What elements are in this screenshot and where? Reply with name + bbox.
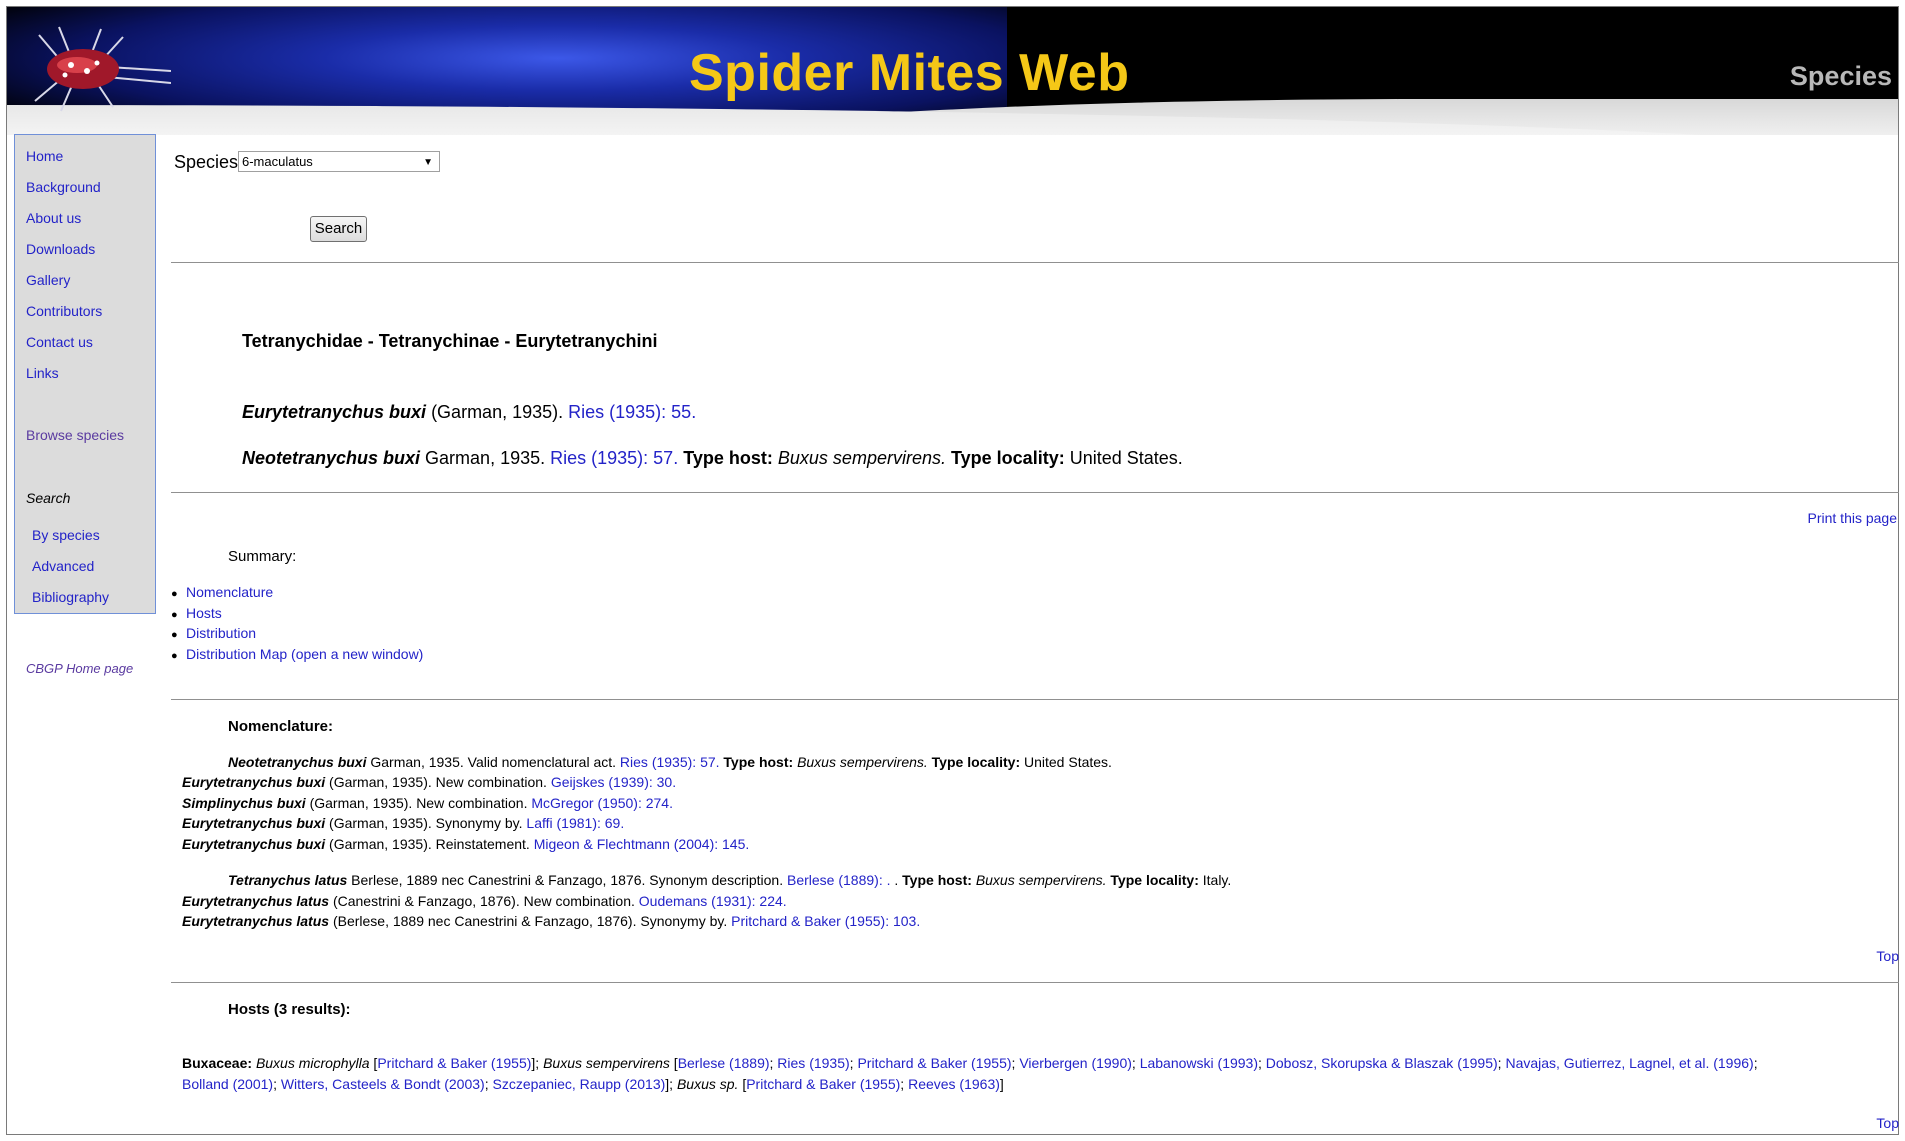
reference-link[interactable]: Bolland (2001) xyxy=(182,1076,273,1092)
species-line: Neotetranychus buxi Garman, 1935. Ries (… xyxy=(242,448,1183,468)
header-section-label: Species xyxy=(1789,61,1892,91)
sidebar-item-home[interactable]: Home xyxy=(26,148,63,164)
sidebar-item-browse-species[interactable]: Browse species xyxy=(26,427,124,443)
reference-link[interactable]: Pritchard & Baker (1955): 103. xyxy=(731,913,920,929)
reference-link[interactable]: Pritchard & Baker (1955) xyxy=(857,1055,1011,1071)
species-line: Eurytetranychus buxi (Garman, 1935). Rie… xyxy=(242,402,697,422)
nomenclature-row: Eurytetranychus buxi (Garman, 1935). Syn… xyxy=(182,815,625,831)
sidebar-search-heading: Search xyxy=(26,490,71,506)
summary-link-hosts[interactable]: Hosts xyxy=(186,605,222,621)
sidebar-item-background[interactable]: Background xyxy=(26,179,101,195)
summary-link-distribution-map[interactable]: Distribution Map (open a new window) xyxy=(186,646,423,662)
summary-link-nomenclature[interactable]: Nomenclature xyxy=(186,584,273,600)
species-label: Species xyxy=(174,152,239,172)
summary-link-distribution[interactable]: Distribution xyxy=(186,625,256,641)
site-header: Spider Mites Web Species xyxy=(7,7,1898,135)
reference-link[interactable]: Geijskes (1939): 30. xyxy=(551,774,676,790)
species-select[interactable]: 6-maculatus ▼ xyxy=(238,151,440,172)
hosts-title: Hosts (3 results): xyxy=(228,1001,351,1018)
reference-link[interactable]: Berlese (1889): . xyxy=(787,872,891,888)
nomenclature-row: Tetranychus latus Berlese, 1889 nec Cane… xyxy=(228,872,1232,888)
divider xyxy=(171,492,1899,493)
nomenclature-row: Eurytetranychus buxi (Garman, 1935). Rei… xyxy=(182,836,750,852)
sidebar: Home Background About us Downloads Galle… xyxy=(14,134,156,614)
reference-link[interactable]: Laffi (1981): 69. xyxy=(526,815,624,831)
cbgp-home-link[interactable]: CBGP Home page xyxy=(26,661,133,676)
reference-link[interactable]: Reeves (1963) xyxy=(908,1076,1000,1092)
reference-link[interactable]: Navajas, Gutierrez, Lagnel, et al. (1996… xyxy=(1505,1055,1753,1071)
reference-link[interactable]: Berlese (1889) xyxy=(678,1055,770,1071)
divider xyxy=(171,262,1899,263)
nomenclature-title: Nomenclature: xyxy=(228,718,334,735)
reference-link[interactable]: Vierbergen (1990) xyxy=(1019,1055,1132,1071)
top-link[interactable]: Top xyxy=(1876,948,1899,964)
page-frame xyxy=(6,6,1899,1135)
hosts-row: Buxaceae: Buxus microphylla [Pritchard &… xyxy=(182,1055,1758,1071)
nomenclature-row: Eurytetranychus latus (Berlese, 1889 nec… xyxy=(182,913,921,929)
taxonomy-heading: Tetranychidae - Tetranychinae - Eurytetr… xyxy=(242,331,658,351)
reference-link[interactable]: Ries (1935): 57. xyxy=(620,754,720,770)
hosts-row: Bolland (2001); Witters, Casteels & Bond… xyxy=(182,1076,1004,1092)
list-item: ● Distribution Map (open a new window) xyxy=(171,645,424,662)
reference-link[interactable]: Dobosz, Skorupska & Blaszak (1995) xyxy=(1266,1055,1498,1071)
sidebar-item-advanced[interactable]: Advanced xyxy=(32,558,94,574)
list-item: ● Hosts xyxy=(171,604,222,621)
divider xyxy=(171,982,1899,983)
sidebar-item-downloads[interactable]: Downloads xyxy=(26,241,95,257)
nomenclature-row: Eurytetranychus buxi (Garman, 1935). New… xyxy=(182,774,677,790)
sidebar-item-about-us[interactable]: About us xyxy=(26,210,81,226)
nomenclature-row: Eurytetranychus latus (Canestrini & Fanz… xyxy=(182,893,787,909)
species-select-value: 6-maculatus xyxy=(242,154,313,169)
sidebar-item-bibliography[interactable]: Bibliography xyxy=(32,589,109,605)
nomenclature-row: Simplinychus buxi (Garman, 1935). New co… xyxy=(182,795,673,811)
reference-link[interactable]: Ries (1935): 57. xyxy=(550,448,678,468)
reference-link[interactable]: Witters, Casteels & Bondt (2003) xyxy=(281,1076,485,1092)
nomenclature-row: Neotetranychus buxi Garman, 1935. Valid … xyxy=(228,754,1112,770)
reference-link[interactable]: Oudemans (1931): 224. xyxy=(639,893,787,909)
chevron-down-icon: ▼ xyxy=(423,157,433,168)
sidebar-item-links[interactable]: Links xyxy=(26,365,59,381)
divider xyxy=(171,699,1899,700)
reference-link[interactable]: Pritchard & Baker (1955) xyxy=(377,1055,531,1071)
print-page-link[interactable]: Print this page xyxy=(1808,510,1898,526)
sidebar-item-gallery[interactable]: Gallery xyxy=(26,272,70,288)
reference-link[interactable]: Ries (1935): 55. xyxy=(568,402,696,422)
sidebar-item-contributors[interactable]: Contributors xyxy=(26,303,102,319)
reference-link[interactable]: Migeon & Flechtmann (2004): 145. xyxy=(534,836,750,852)
top-link[interactable]: Top xyxy=(1876,1115,1899,1131)
sidebar-item-contact-us[interactable]: Contact us xyxy=(26,334,93,350)
reference-link[interactable]: Ries (1935) xyxy=(777,1055,849,1071)
list-item: ● Distribution xyxy=(171,625,257,641)
reference-link[interactable]: Labanowski (1993) xyxy=(1140,1055,1258,1071)
summary-list: ● Nomenclature ● Hosts ● Distribution ● Dist… xyxy=(171,582,423,664)
reference-link[interactable]: Szczepaniec, Raupp (2013) xyxy=(493,1076,666,1092)
site-title: Spider Mites Web xyxy=(689,44,1130,102)
reference-link[interactable]: Pritchard & Baker (1955) xyxy=(746,1076,900,1092)
sidebar-item-by-species[interactable]: By species xyxy=(32,527,100,543)
spider-mite-logo[interactable] xyxy=(21,21,171,117)
summary-label: Summary: xyxy=(228,548,297,565)
search-button[interactable]: Search xyxy=(310,216,367,242)
reference-link[interactable]: McGregor (1950): 274. xyxy=(531,795,673,811)
list-item: ● Nomenclature xyxy=(171,584,274,600)
